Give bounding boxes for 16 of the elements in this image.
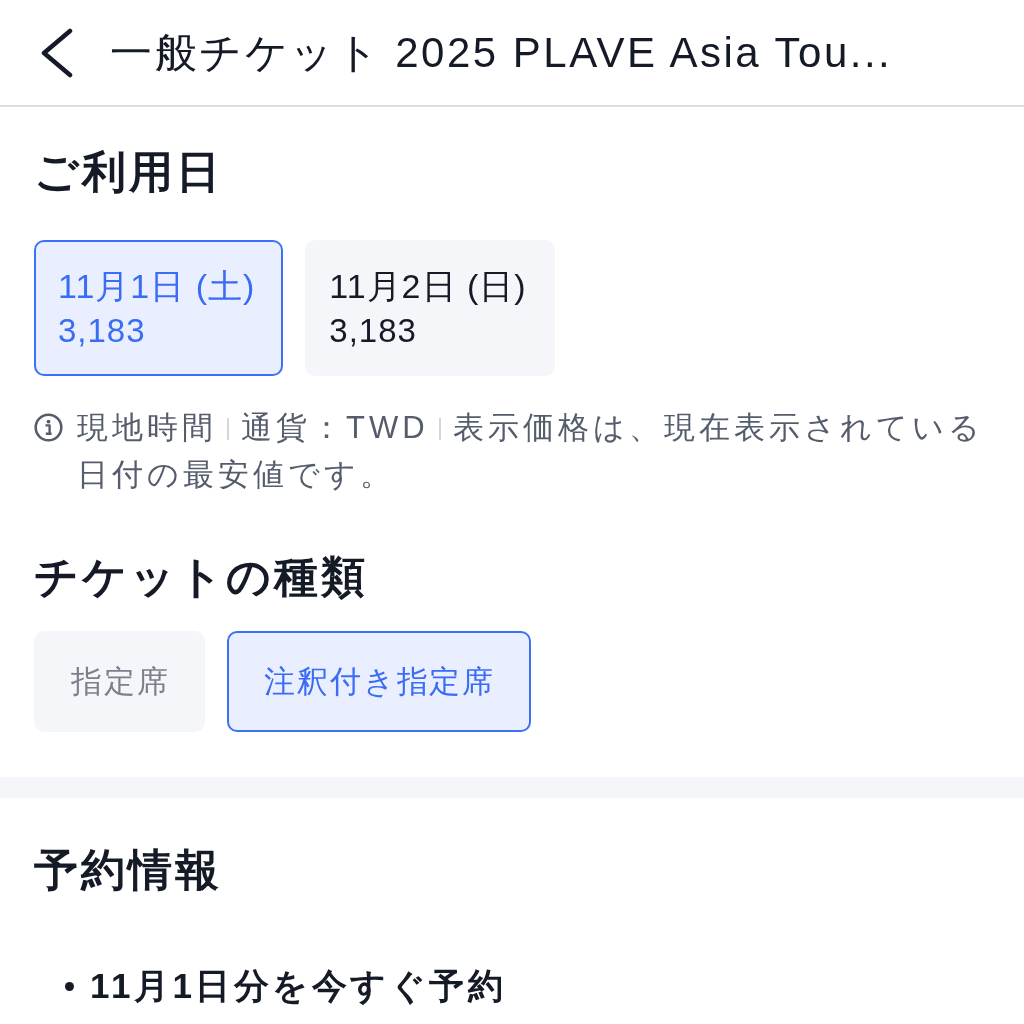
- ticket-type-option[interactable]: 指定席: [34, 631, 206, 732]
- date-label: 11月2日 (日): [329, 266, 527, 307]
- section-heading: ご利用日: [34, 148, 224, 196]
- info-note-text: 現地時間 通貨：TWD 表示価格は、現在表示されている日付の最安値です。: [77, 409, 985, 494]
- ticket-type-option[interactable]: 注釈付き指定席: [227, 631, 531, 732]
- bullet-icon: [65, 981, 74, 991]
- date-label: 11月1日 (土): [58, 266, 256, 307]
- price-label: 3,183: [329, 311, 418, 351]
- info-icon: [34, 413, 63, 442]
- price-label: 3,183: [58, 311, 147, 351]
- date-option[interactable]: 11月2日 (日) 3,183: [305, 240, 555, 376]
- booking-item-text: 11月1日分を今すぐ予約: [90, 965, 507, 1007]
- page-title: 一般チケット 2025 PLAVE Asia Tou...: [110, 27, 893, 78]
- section-heading: チケットの種類: [34, 553, 369, 601]
- section-heading: 予約情報: [34, 846, 223, 894]
- date-option[interactable]: 11月1日 (土) 3,183: [34, 240, 284, 376]
